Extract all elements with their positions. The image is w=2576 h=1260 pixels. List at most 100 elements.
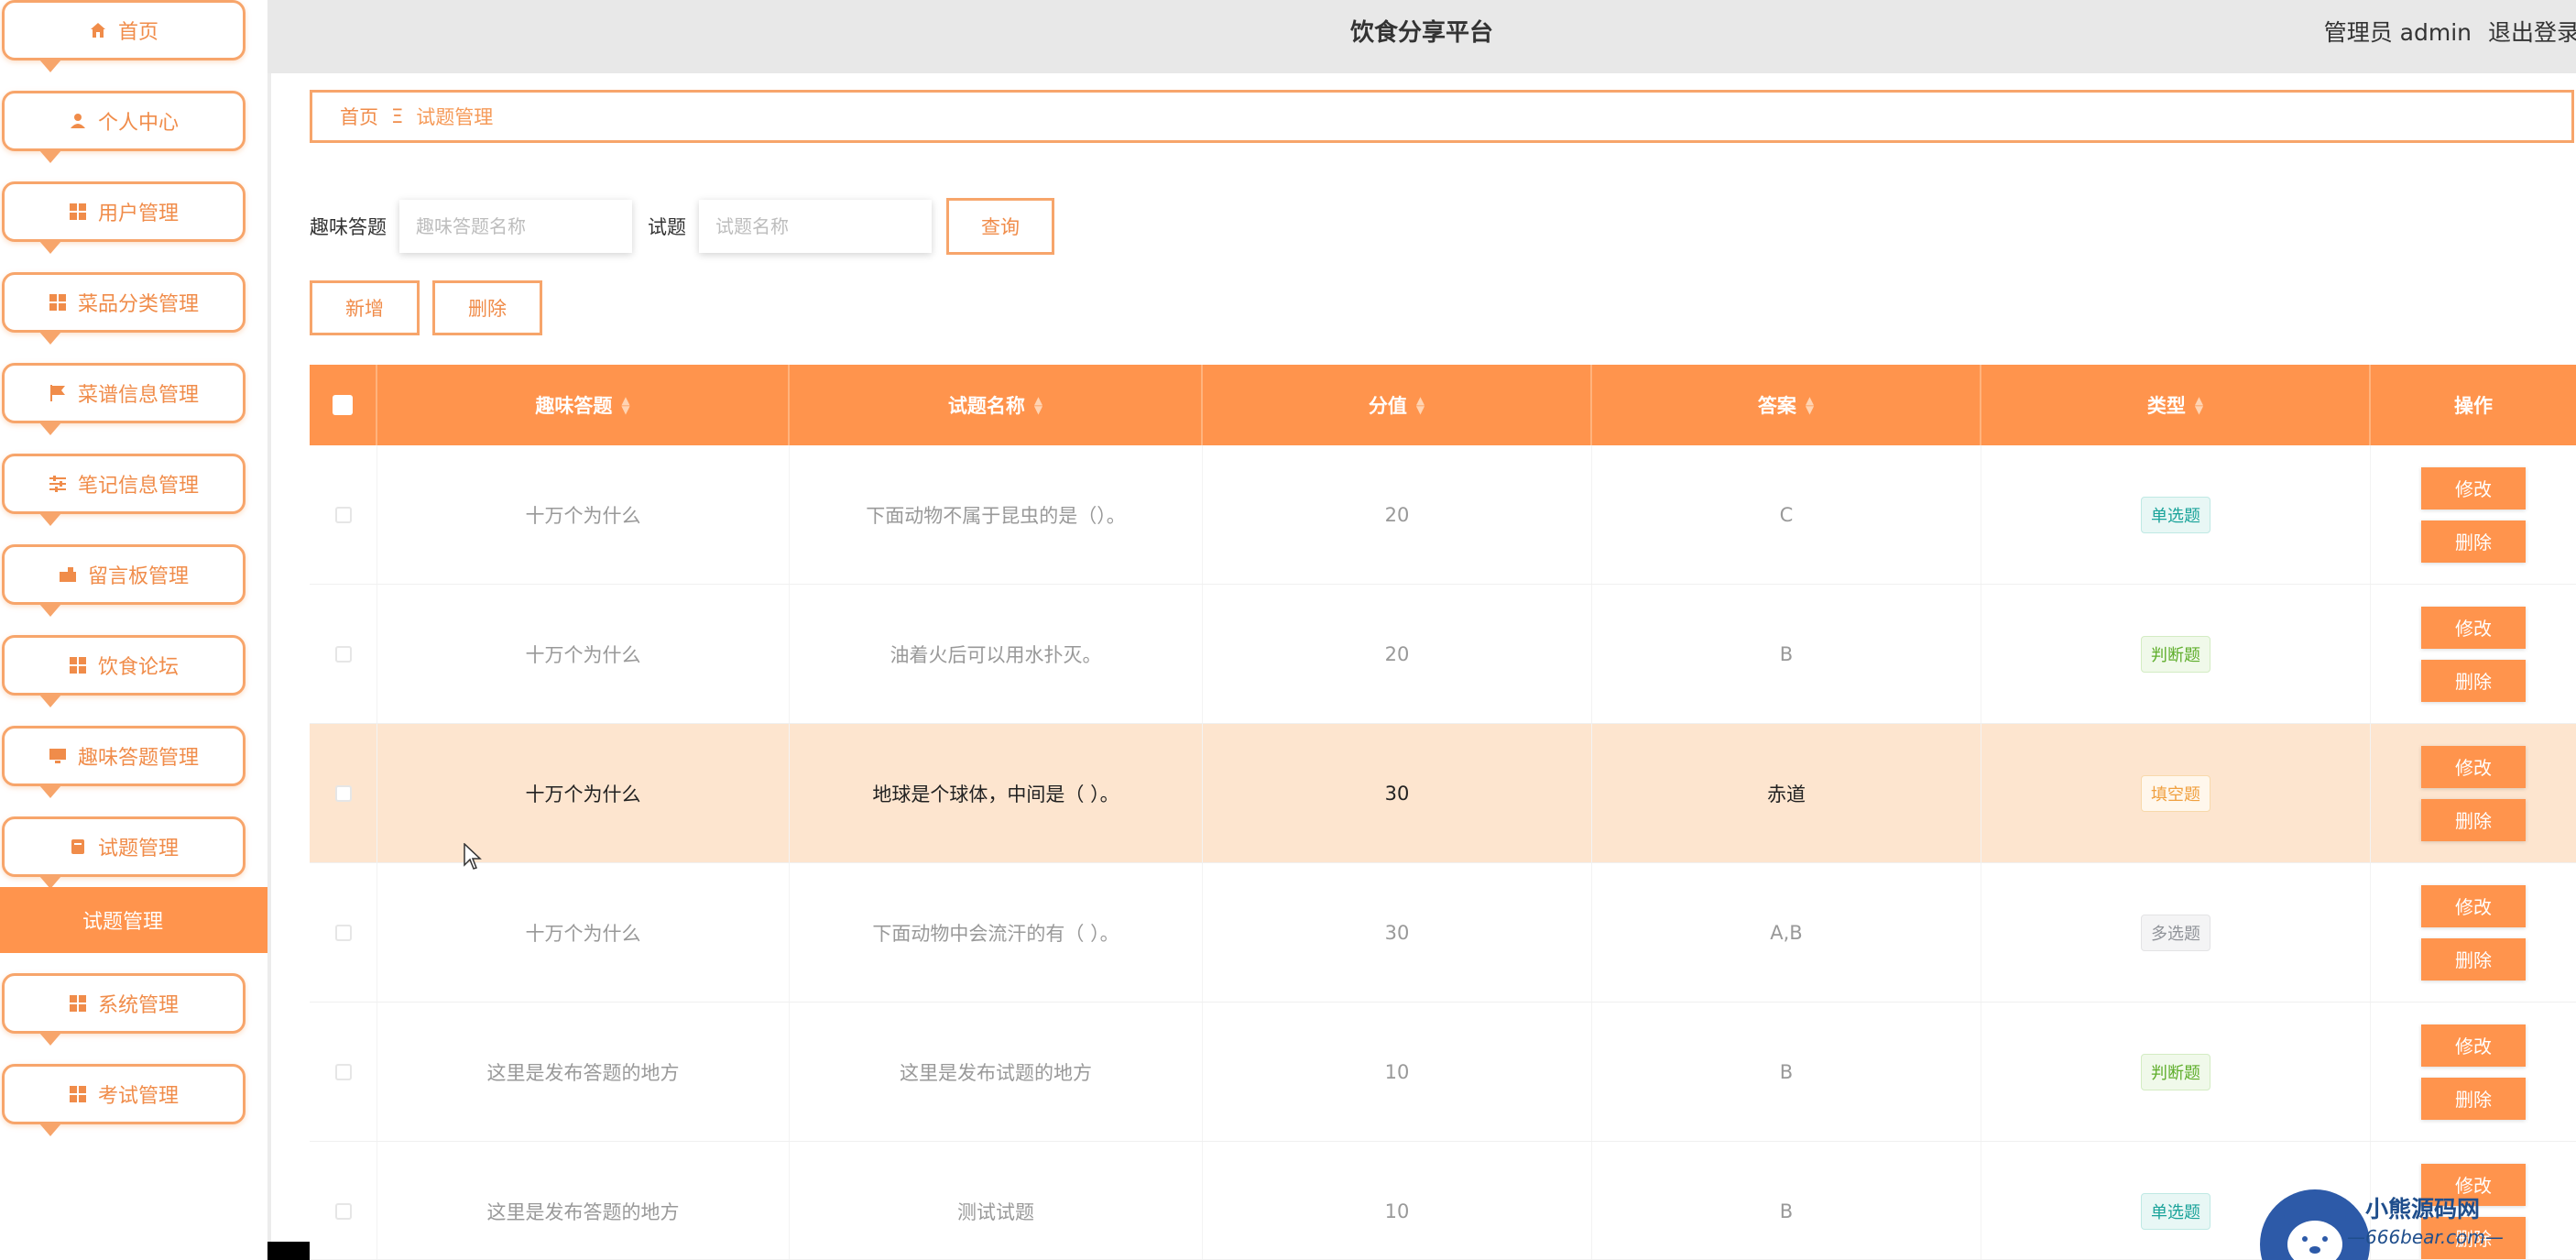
- cell-answer: 赤道: [1592, 724, 1981, 862]
- table-row: 十万个为什么 地球是个球体，中间是（ ）。 30 赤道 填空题 修改 删除: [310, 724, 2576, 863]
- select-all-checkbox[interactable]: [333, 395, 353, 415]
- sidebar-item-exams[interactable]: 考试管理: [2, 1064, 246, 1136]
- header-score[interactable]: 分值 ▲ ▼: [1203, 365, 1592, 445]
- delete-button[interactable]: 删除: [2421, 937, 2526, 981]
- watermark-title: 小熊源码网: [2365, 1196, 2481, 1222]
- delete-button[interactable]: 删除: [2421, 520, 2526, 563]
- table-row: 十万个为什么 下面动物中会流汗的有（ ）。 30 A,B 多选题 修改 删除: [310, 863, 2576, 1003]
- user-area: 管理员 admin 退出登录: [2308, 0, 2576, 66]
- app-title: 饮食分享平台: [1349, 19, 1493, 47]
- sidebar-item-label: 趣味答题管理: [77, 747, 199, 770]
- watermark-url: —666bear.com—: [2347, 1226, 2504, 1248]
- add-button[interactable]: 新增: [310, 280, 420, 335]
- cell-question: 地球是个球体，中间是（ ）。: [790, 724, 1203, 862]
- table-row: 这里是发布答题的地方 这里是发布试题的地方 10 B 判断题 修改 删除: [310, 1003, 2576, 1142]
- row-checkbox[interactable]: [334, 1063, 352, 1080]
- monitor-icon: [49, 747, 67, 765]
- grid-icon: [69, 1085, 87, 1103]
- sort-icon[interactable]: ▲ ▼: [2195, 395, 2203, 415]
- sidebar-item-label: 个人中心: [97, 112, 179, 135]
- logout-link[interactable]: 退出登录: [2488, 19, 2576, 46]
- sidebar-item-recipes[interactable]: 菜谱信息管理: [2, 363, 246, 435]
- sidebar-item-label: 系统管理: [97, 994, 179, 1017]
- row-checkbox[interactable]: [334, 506, 352, 523]
- delete-button[interactable]: 删除: [2421, 1077, 2526, 1120]
- edit-button[interactable]: 修改: [2421, 1024, 2526, 1067]
- sidebar-item-system[interactable]: 系统管理: [2, 973, 246, 1046]
- header-quiz[interactable]: 趣味答题 ▲ ▼: [377, 365, 790, 445]
- sort-icon[interactable]: ▲ ▼: [1806, 395, 1814, 415]
- watermark-logo: 小熊源码网 —666bear.com—: [2255, 1182, 2576, 1260]
- breadcrumb-separator: Ξ: [391, 105, 404, 127]
- row-checkbox[interactable]: [334, 784, 352, 802]
- sidebar-item-label: 笔记信息管理: [77, 475, 199, 498]
- quiz-search-label: 趣味答题: [310, 216, 387, 238]
- type-tag: 单选题: [2141, 1192, 2210, 1230]
- home-icon: [89, 21, 107, 39]
- sidebar-item-quiz[interactable]: 趣味答题管理: [2, 726, 246, 798]
- sliders-icon: [49, 475, 67, 493]
- cell-question: 下面动物中会流汗的有（ ）。: [790, 863, 1203, 1002]
- table-row: 十万个为什么 下面动物不属于昆虫的是（）。 20 C 单选题 修改 删除: [310, 445, 2576, 585]
- cell-score: 10: [1203, 1003, 1592, 1141]
- sidebar-item-questions[interactable]: 试题管理: [2, 816, 246, 889]
- breadcrumb-current: 试题管理: [416, 106, 494, 128]
- type-tag: 判断题: [2141, 635, 2210, 673]
- sort-icon[interactable]: ▲ ▼: [1416, 395, 1424, 415]
- flag-icon: [49, 384, 67, 402]
- breadcrumb: 首页 Ξ 试题管理: [310, 90, 2574, 143]
- type-tag: 多选题: [2141, 914, 2210, 951]
- cell-score: 20: [1203, 585, 1592, 723]
- cell-quiz: 十万个为什么: [377, 724, 790, 862]
- sidebar-item-label: 留言板管理: [87, 565, 189, 588]
- question-search-label: 试题: [648, 216, 686, 238]
- edit-button[interactable]: 修改: [2421, 745, 2526, 788]
- quiz-search-input[interactable]: [399, 200, 632, 253]
- row-checkbox[interactable]: [334, 1202, 352, 1220]
- delete-button[interactable]: 删除: [2421, 798, 2526, 841]
- edit-button[interactable]: 修改: [2421, 884, 2526, 927]
- header-question[interactable]: 试题名称 ▲ ▼: [790, 365, 1203, 445]
- cell-answer: A,B: [1592, 863, 1981, 1002]
- sidebar-item-profile[interactable]: 个人中心: [2, 91, 246, 163]
- grid-icon: [69, 203, 87, 221]
- header-type[interactable]: 类型 ▲ ▼: [1981, 365, 2371, 445]
- top-header: 饮食分享平台 管理员 admin 退出登录: [267, 0, 2576, 73]
- header-answer[interactable]: 答案 ▲ ▼: [1592, 365, 1981, 445]
- edit-button[interactable]: 修改: [2421, 606, 2526, 649]
- sidebar-item-label: 首页: [117, 21, 158, 44]
- breadcrumb-home[interactable]: 首页: [340, 103, 378, 130]
- bulk-delete-button[interactable]: 删除: [432, 280, 542, 335]
- cell-quiz: 这里是发布答题的地方: [377, 1142, 790, 1259]
- sidebar-item-forum[interactable]: 饮食论坛: [2, 635, 246, 707]
- type-tag: 填空题: [2141, 774, 2210, 812]
- sidebar-item-label: 用户管理: [97, 203, 179, 225]
- cell-question: 这里是发布试题的地方: [790, 1003, 1203, 1141]
- edit-button[interactable]: 修改: [2421, 466, 2526, 509]
- sidebar-item-label: 考试管理: [97, 1085, 179, 1108]
- sidebar-item-label: 菜谱信息管理: [77, 384, 199, 407]
- sidebar-item-users[interactable]: 用户管理: [2, 181, 246, 254]
- sort-icon[interactable]: ▲ ▼: [1034, 395, 1042, 415]
- sidebar-item-home[interactable]: 首页: [2, 0, 246, 72]
- sidebar-item-label: 饮食论坛: [97, 656, 179, 679]
- sidebar-item-dish-category[interactable]: 菜品分类管理: [2, 272, 246, 345]
- sort-icon[interactable]: ▲ ▼: [621, 395, 629, 415]
- query-button[interactable]: 查询: [946, 198, 1054, 255]
- message-icon: [59, 565, 77, 584]
- table-row: 十万个为什么 油着火后可以用水扑灭。 20 B 判断题 修改 删除: [310, 585, 2576, 724]
- cell-quiz: 十万个为什么: [377, 445, 790, 584]
- user-icon: [69, 112, 87, 130]
- cell-question: 下面动物不属于昆虫的是（）。: [790, 445, 1203, 584]
- row-checkbox[interactable]: [334, 645, 352, 663]
- type-tag: 判断题: [2141, 1053, 2210, 1090]
- sidebar-subitem-questions-active[interactable]: 试题管理: [0, 887, 267, 953]
- cell-question: 测试试题: [790, 1142, 1203, 1259]
- row-checkbox[interactable]: [334, 924, 352, 941]
- question-search-input[interactable]: [699, 200, 932, 253]
- sidebar-item-messages[interactable]: 留言板管理: [2, 544, 246, 617]
- table-row: 这里是发布答题的地方 测试试题 10 B 单选题 修改 删除: [310, 1142, 2576, 1260]
- cell-answer: B: [1592, 1003, 1981, 1141]
- delete-button[interactable]: 删除: [2421, 659, 2526, 702]
- sidebar-item-notes[interactable]: 笔记信息管理: [2, 454, 246, 526]
